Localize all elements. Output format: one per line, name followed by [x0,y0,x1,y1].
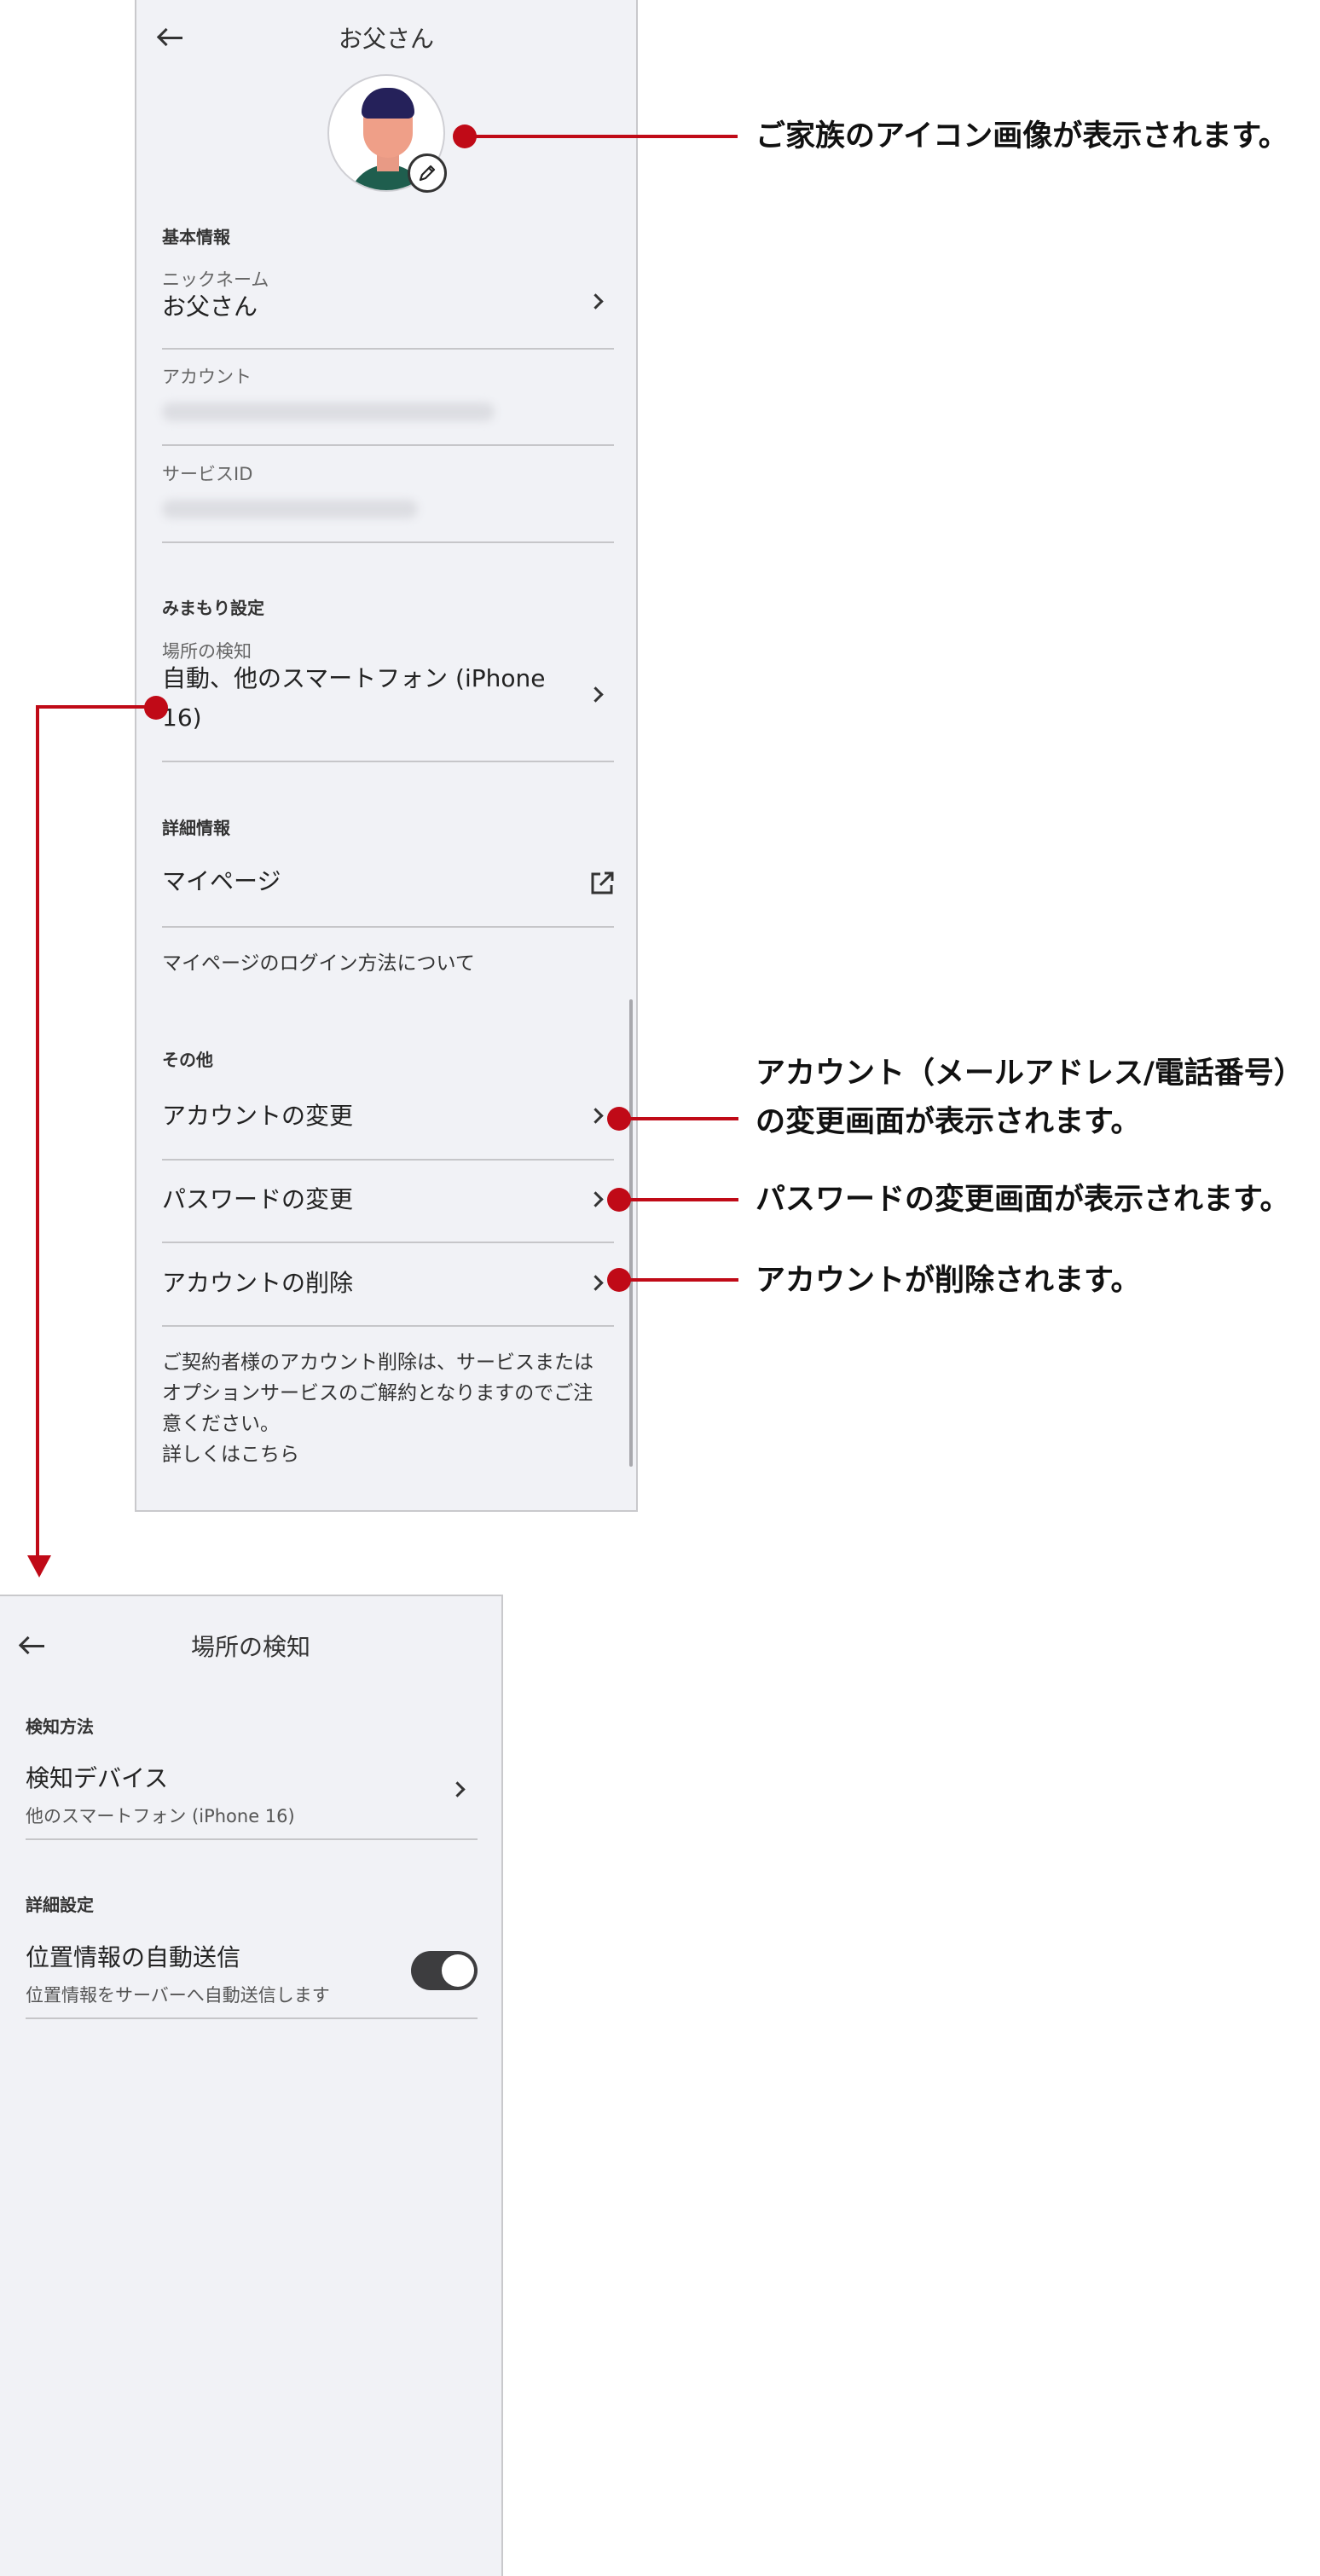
chevron-right-icon [588,1108,604,1124]
auto-send-row: 位置情報の自動送信 位置情報をサーバーへ自動送信します [26,1937,401,2014]
mypage-label: マイページ [162,867,281,895]
section-heading-detail: 詳細情報 [162,818,230,838]
mypage-login-link[interactable]: マイページのログイン方法について [162,946,475,975]
delete-note-line1: ご契約者様のアカウント削除は、サービスまたは [162,1352,593,1374]
auto-send-toggle[interactable] [411,1951,478,1990]
location-detection-row[interactable]: 場所の検知 自動、他のスマートフォン (iPhone 16) [162,638,614,757]
chevron-right-icon [588,1191,604,1207]
change-password-label: パスワードの変更 [162,1185,354,1213]
change-password-row[interactable]: パスワードの変更 [162,1179,614,1230]
change-account-label: アカウントの変更 [162,1102,354,1130]
chevron-right-icon [588,686,604,703]
callout-line-account [619,1117,738,1120]
service-id-label: サービスID [162,464,253,484]
callout-line-password [619,1198,738,1201]
section-heading-watch: みまもり設定 [162,598,264,618]
detection-device-row[interactable]: 検知デバイス 他のスマートフォン (iPhone 16) [26,1758,478,1835]
edit-avatar-button[interactable] [408,153,447,193]
divider [162,444,614,446]
divider [162,348,614,350]
divider [162,926,614,928]
chevron-right-icon [449,1781,466,1797]
callout-account-line2: の変更画面が表示されます。 [756,1105,1141,1139]
section-heading-method: 検知方法 [26,1716,94,1737]
account-label: アカウント [162,367,252,387]
callout-line-delete [619,1278,738,1282]
service-id-value-redacted [162,500,418,518]
callout-line-location-v [36,705,39,1558]
divider [162,1325,614,1327]
account-value-redacted [162,402,495,421]
profile-screen: お父さん 基本情報 ニックネーム お父さん アカウント サービスID みまもり設… [135,0,638,1512]
divider [26,1838,478,1840]
section-heading-other: その他 [162,1050,213,1070]
page-title: お父さん [338,25,434,53]
auto-send-label: 位置情報の自動送信 [26,1943,241,1971]
callout-delete: アカウントが削除されます。 [756,1264,1141,1298]
delete-note-line2: オプションサービスのご解約となりますのでご注 [162,1382,593,1404]
details-link[interactable]: 詳しくはこちら [162,1439,299,1470]
mypage-row[interactable]: マイページ [162,861,614,912]
section-heading-advanced: 詳細設定 [26,1895,94,1915]
callout-account-line1: アカウント（メールアドレス/電話番号） [756,1056,1304,1091]
nickname-value: お父さん [162,292,258,321]
divider [162,761,614,762]
pencil-icon [419,165,436,182]
arrow-down-icon [27,1555,51,1577]
detection-device-label: 検知デバイス [26,1764,169,1792]
delete-account-label: アカウントの削除 [162,1269,354,1297]
delete-note-line3: 意ください。 [162,1413,280,1435]
location-detection-screen: 場所の検知 検知方法 検知デバイス 他のスマートフォン (iPhone 16) … [0,1595,503,2576]
callout-password: パスワードの変更画面が表示されます。 [756,1183,1290,1217]
callout-avatar: ご家族のアイコン画像が表示されます。 [756,119,1288,153]
callout-line-avatar [465,135,738,138]
location-value-line2: 16) [162,703,202,732]
callout-line-location-h [36,705,156,709]
chevron-right-icon [588,293,604,310]
divider [162,1159,614,1161]
delete-account-row[interactable]: アカウントの削除 [162,1263,614,1314]
divider [26,2017,478,2019]
external-link-icon [591,871,614,894]
nickname-row[interactable]: ニックネーム お父さん [162,266,614,351]
auto-send-description: 位置情報をサーバーへ自動送信します [26,1985,330,2006]
divider [162,541,614,543]
detection-device-value: 他のスマートフォン (iPhone 16) [26,1806,295,1826]
location-value-line1: 自動、他のスマートフォン (iPhone [162,664,546,692]
chevron-right-icon [588,1275,604,1291]
page-title: 場所の検知 [190,1633,310,1661]
change-account-row[interactable]: アカウントの変更 [162,1096,614,1147]
section-heading-basic: 基本情報 [162,227,230,247]
scrollbar[interactable] [629,999,633,1467]
divider [162,1242,614,1243]
